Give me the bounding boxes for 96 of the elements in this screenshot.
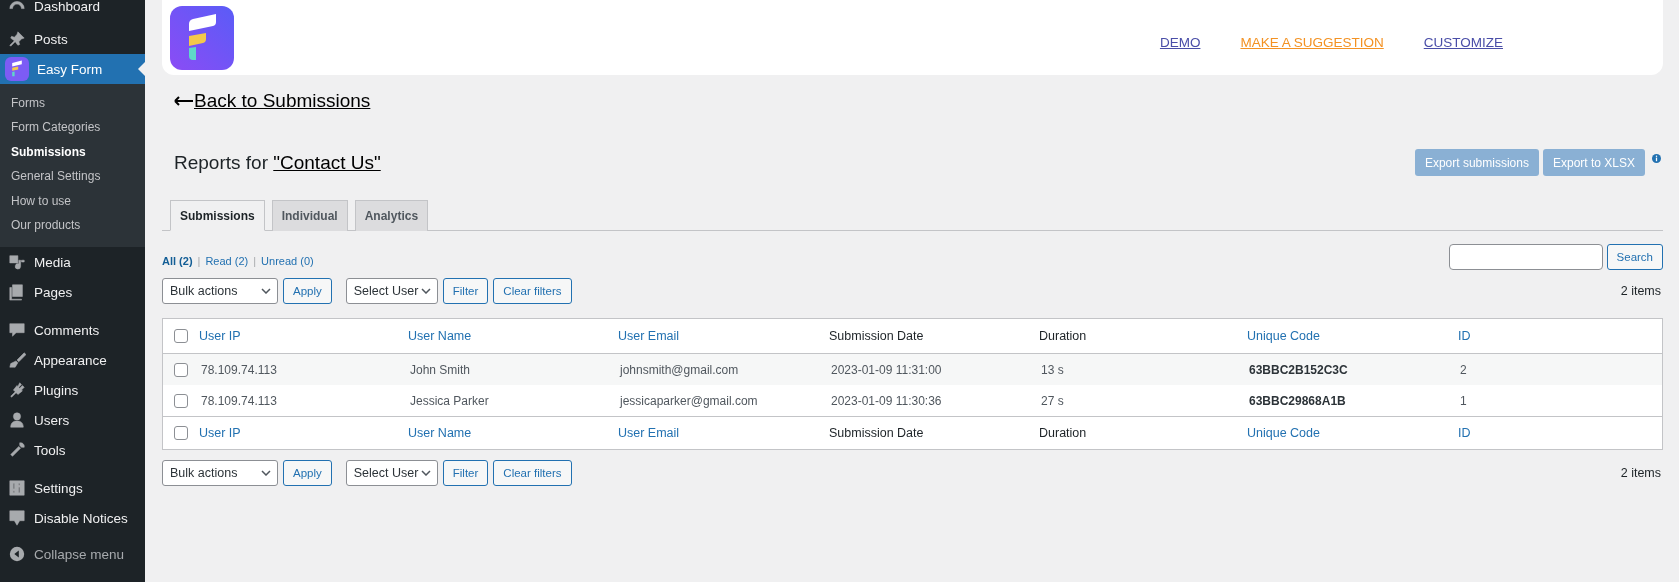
sliders-icon xyxy=(8,479,26,497)
select-all-checkbox[interactable] xyxy=(174,426,188,440)
table-cell-text: 2023-01-09 11:30:36 xyxy=(830,393,943,408)
submenu-item[interactable]: Submissions xyxy=(0,140,145,165)
collapse-menu-button[interactable]: Collapse menu xyxy=(0,539,145,569)
column-header[interactable]: User IP xyxy=(199,329,408,343)
form-link[interactable]: "Contact Us" xyxy=(273,151,381,173)
bulk-actions-dropdown[interactable]: Bulk actions xyxy=(162,460,278,486)
item-count: 2 items xyxy=(1620,466,1661,480)
sidebar-item[interactable]: Settings xyxy=(0,473,145,503)
wrench-icon xyxy=(8,441,26,459)
info-icon xyxy=(1652,154,1661,163)
apply-button[interactable]: Apply xyxy=(283,460,332,486)
column-footer[interactable]: User IP xyxy=(199,426,408,440)
user-icon xyxy=(8,411,26,429)
column-footer[interactable]: ID xyxy=(1458,426,1662,440)
header-link[interactable]: DEMO xyxy=(1159,35,1201,50)
back-link[interactable]: Back to Submissions xyxy=(194,90,371,112)
table-cell-text: 63BBC29868A1B xyxy=(1248,393,1347,408)
select-user-dropdown[interactable]: Select User xyxy=(345,278,438,304)
tab[interactable]: Individual xyxy=(271,200,348,231)
table-cell-text: 2023-01-09 11:31:00 xyxy=(830,362,943,377)
table-cell-text: 78.109.74.113 xyxy=(200,393,278,408)
filter-button[interactable]: Filter xyxy=(442,460,489,486)
pushpin-icon xyxy=(8,30,26,48)
table-cell-text: Jessica Parker xyxy=(409,393,490,408)
item-count: 2 items xyxy=(1620,284,1661,298)
row-checkbox[interactable] xyxy=(174,362,188,377)
sidebar-item[interactable]: Dashboard xyxy=(0,0,145,14)
submenu-item[interactable]: Form Categories xyxy=(0,115,145,140)
column-footer: Duration xyxy=(1039,426,1247,440)
sidebar-item[interactable]: Disable Notices xyxy=(0,503,145,533)
table-cell-text: 78.109.74.113 xyxy=(200,362,278,377)
sidebar-item[interactable]: Tools xyxy=(0,435,145,465)
logo-icon xyxy=(5,57,29,81)
submenu-item[interactable]: General Settings xyxy=(0,164,145,189)
sidebar-item[interactable]: Comments xyxy=(0,315,145,345)
tab[interactable]: Analytics xyxy=(354,200,429,231)
submenu-item[interactable]: How to use xyxy=(0,189,145,214)
collapse-icon xyxy=(8,545,26,563)
chevron-down-icon xyxy=(261,470,271,476)
filter-button[interactable]: Filter xyxy=(442,278,489,304)
column-footer[interactable]: User Name xyxy=(408,426,618,440)
column-header[interactable]: Unique Code xyxy=(1247,329,1458,343)
table-cell-text: 63BBC2B152C3C xyxy=(1248,362,1349,377)
column-header[interactable]: ID xyxy=(1458,329,1662,343)
paintbrush-icon xyxy=(8,351,26,369)
sidebar-item[interactable]: Easy Form xyxy=(0,54,145,84)
sidebar-item[interactable]: Users xyxy=(0,405,145,435)
status-filter-link[interactable]: All (2) xyxy=(162,255,193,267)
table-cell-text: 27 s xyxy=(1040,393,1065,408)
submenu-item[interactable]: Forms xyxy=(0,91,145,116)
media-icon xyxy=(8,253,26,271)
bulk-actions-dropdown[interactable]: Bulk actions xyxy=(162,278,278,304)
table-cell-text: 1 xyxy=(1459,393,1468,408)
column-header: Submission Date xyxy=(829,329,925,343)
search-field[interactable] xyxy=(1448,244,1603,270)
column-header: Duration xyxy=(1039,329,1088,343)
clear-filters-button[interactable]: Clear filters xyxy=(493,460,572,486)
sidebar-item[interactable]: Posts xyxy=(0,24,145,54)
sidebar-item[interactable]: Pages xyxy=(0,277,145,307)
chevron-down-icon xyxy=(261,288,271,294)
plug-icon xyxy=(8,381,26,399)
row-checkbox[interactable] xyxy=(174,393,188,408)
column-header[interactable]: User Name xyxy=(408,329,618,343)
table-cell-text: 2 xyxy=(1459,362,1468,377)
column-footer[interactable]: User Email xyxy=(618,426,829,440)
header-link[interactable]: CUSTOMIZE xyxy=(1423,35,1503,50)
chevron-down-icon xyxy=(420,470,431,476)
chevron-down-icon xyxy=(420,288,431,294)
sidebar-item[interactable]: Appearance xyxy=(0,345,145,375)
status-filter-link[interactable]: Read (2) xyxy=(205,255,249,267)
tab[interactable]: Submissions xyxy=(170,200,265,231)
sidebar-item[interactable]: Plugins xyxy=(0,375,145,405)
left-arrow-icon xyxy=(174,96,194,106)
pages-icon xyxy=(8,283,26,301)
select-all-checkbox[interactable] xyxy=(174,329,188,343)
separator: | xyxy=(253,255,257,267)
submenu-item[interactable]: Our products xyxy=(0,213,145,238)
page-title: Reports for "Contact Us" xyxy=(174,151,381,174)
table-cell-text: 13 s xyxy=(1040,362,1065,377)
apply-button[interactable]: Apply xyxy=(283,278,332,304)
table-cell-text: jessicaparker@gmail.com xyxy=(618,393,759,408)
logo-icon xyxy=(170,5,234,70)
status-filter-link[interactable]: Unread (0) xyxy=(261,255,314,267)
column-header[interactable]: User Email xyxy=(618,329,829,343)
separator: | xyxy=(197,255,201,267)
column-footer[interactable]: Unique Code xyxy=(1247,426,1458,440)
sidebar-item[interactable]: Media xyxy=(0,247,145,277)
table-cell-text: John Smith xyxy=(409,362,472,377)
select-user-dropdown[interactable]: Select User xyxy=(345,460,438,486)
search-button[interactable]: Search xyxy=(1606,244,1663,270)
speech-bubble-icon xyxy=(8,321,26,339)
table-cell-text: johnsmith@gmail.com xyxy=(618,362,740,377)
clear-filters-button[interactable]: Clear filters xyxy=(493,278,572,304)
column-footer: Submission Date xyxy=(829,426,1039,440)
